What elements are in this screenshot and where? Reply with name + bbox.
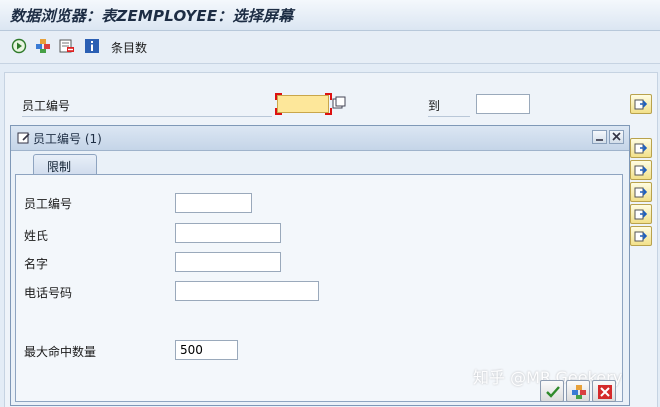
delete-icon[interactable] [59, 38, 75, 54]
multiple-selection-button[interactable] [630, 204, 652, 224]
focus-corner [275, 108, 282, 115]
minimize-button[interactable] [592, 130, 607, 144]
multiple-selection-button[interactable] [630, 226, 652, 246]
focus-corner [325, 108, 332, 115]
application-toolbar: 条目数 [0, 31, 660, 64]
get-variant-icon[interactable] [35, 38, 51, 54]
phone-input[interactable] [175, 281, 319, 301]
multiple-selection-icon[interactable] [332, 96, 346, 110]
entries-button[interactable]: 条目数 [111, 39, 147, 56]
phone-label: 电话号码 [24, 286, 73, 300]
firstname-label: 名字 [24, 257, 49, 271]
close-button[interactable] [609, 130, 624, 144]
employee-id-to-input[interactable] [476, 94, 530, 114]
surname-label: 姓氏 [24, 229, 49, 243]
window-titlebar: 数据浏览器：表ZEMPLOYEE：选择屏幕 [0, 0, 660, 31]
employee-id-label: 员工编号 [22, 97, 272, 117]
firstname-input[interactable] [175, 252, 281, 272]
max-hits-label: 最大命中数量 [24, 345, 97, 359]
cancel-button[interactable] [592, 380, 616, 402]
max-hits-input[interactable] [175, 340, 238, 360]
multiple-selection-button[interactable] [630, 182, 652, 202]
info-icon[interactable] [84, 38, 100, 54]
dlg-employee-id-label: 员工编号 [24, 197, 73, 211]
focus-corner [275, 93, 282, 100]
employee-id-from-input[interactable] [277, 95, 329, 113]
multiple-selection-button[interactable] [630, 94, 652, 114]
get-variant-button[interactable] [566, 380, 590, 402]
surname-input[interactable] [175, 223, 281, 243]
dialog-titlebar[interactable]: 员工编号 (1) [11, 126, 629, 151]
dialog-buttons [520, 380, 620, 404]
execute-icon[interactable] [11, 38, 27, 54]
tab-restrictions[interactable]: 限制 [33, 154, 97, 175]
multiple-selection-button[interactable] [630, 160, 652, 180]
window-title: 数据浏览器：表ZEMPLOYEE：选择屏幕 [10, 7, 294, 25]
multiple-selection-button[interactable] [630, 138, 652, 158]
to-label: 到 [428, 97, 470, 117]
edit-icon [17, 131, 31, 145]
tab-label: 限制 [47, 160, 72, 174]
dlg-employee-id-input[interactable] [175, 193, 252, 213]
dialog-title: 员工编号 (1) [33, 132, 102, 146]
focus-corner [325, 93, 332, 100]
confirm-button[interactable] [540, 380, 564, 402]
